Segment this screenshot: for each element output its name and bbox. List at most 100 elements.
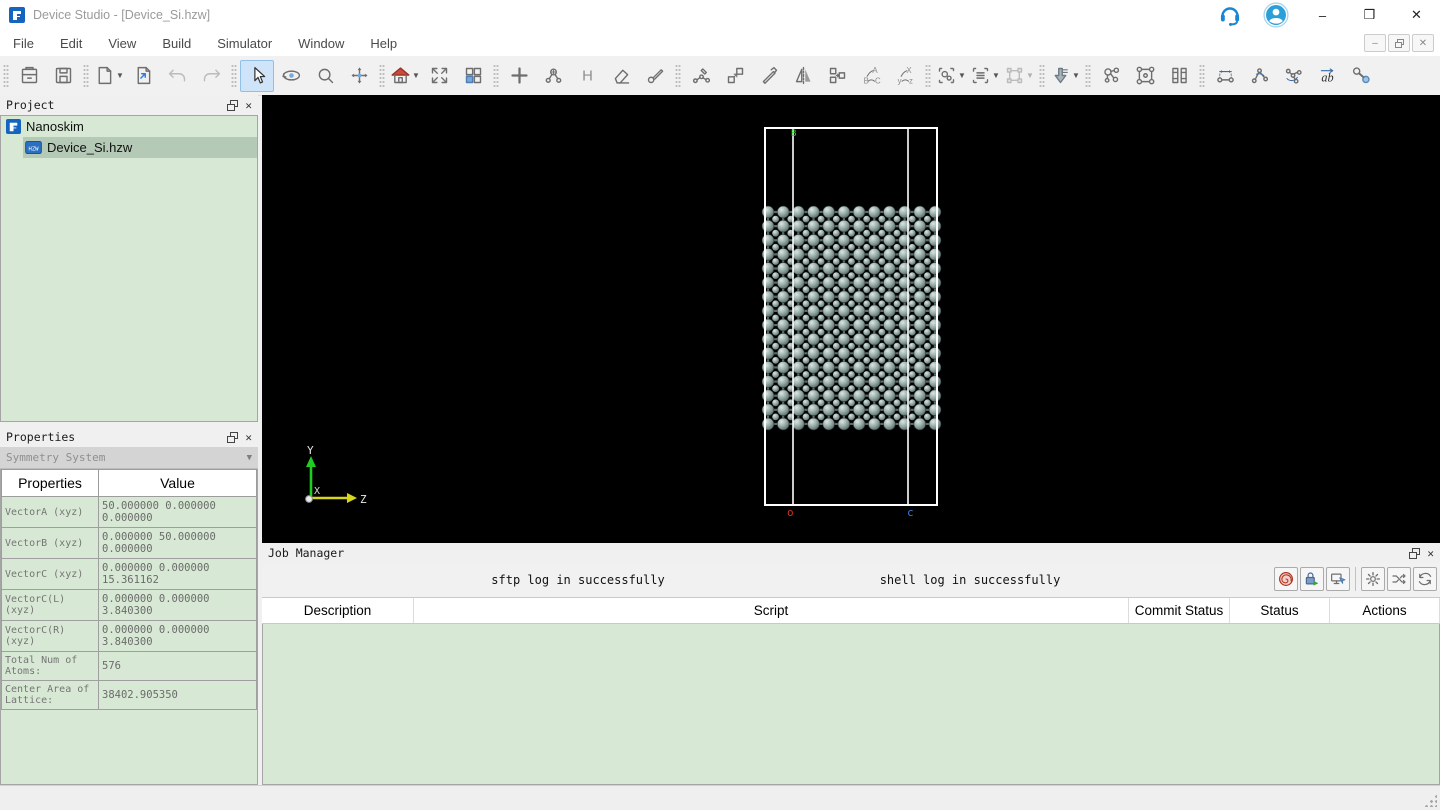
toolbar-grip[interactable] — [379, 63, 385, 88]
3d-viewport[interactable]: Bo c Y Z X — [262, 95, 1440, 543]
toolbar-grip[interactable] — [1039, 63, 1045, 88]
property-row: Total Num of Atoms: 576 — [1, 651, 257, 681]
draw-bond-button[interactable] — [638, 60, 672, 92]
swap-ac-button[interactable]: ABC — [854, 60, 888, 92]
tile-view-button[interactable] — [456, 60, 490, 92]
job-col-commit-status[interactable]: Commit Status — [1129, 598, 1230, 623]
measure-distance-button[interactable] — [1208, 60, 1242, 92]
user-avatar-icon[interactable] — [1253, 2, 1299, 28]
svg-text:A: A — [872, 66, 878, 75]
new-file-button[interactable]: ▼ — [92, 60, 126, 92]
menu-build[interactable]: Build — [149, 36, 204, 51]
modify-button[interactable] — [752, 60, 786, 92]
edit-bond-button[interactable] — [684, 60, 718, 92]
toolbar-grip[interactable] — [83, 63, 89, 88]
resize-grip[interactable] — [1424, 794, 1437, 807]
project-tree: Nanoskim HZW Device_Si.hzw — [0, 115, 258, 422]
minimize-button[interactable]: – — [1299, 0, 1346, 30]
menu-simulator[interactable]: Simulator — [204, 36, 285, 51]
toolbar-grip[interactable] — [493, 63, 499, 88]
mdi-close-button[interactable]: ✕ — [1412, 34, 1434, 52]
maximize-button[interactable]: ❒ — [1346, 0, 1393, 30]
redo-button[interactable] — [194, 60, 228, 92]
dropdown-caret-icon[interactable]: ▼ — [116, 71, 124, 80]
job-col-actions[interactable]: Actions — [1330, 598, 1440, 623]
float-panel-icon[interactable] — [227, 99, 239, 111]
home-button[interactable]: ▼ — [388, 60, 422, 92]
properties-panel-title: Properties — [6, 430, 76, 444]
menu-help[interactable]: Help — [357, 36, 410, 51]
float-panel-icon[interactable] — [227, 431, 239, 443]
menu-edit[interactable]: Edit — [47, 36, 95, 51]
toolbar-grip[interactable] — [1199, 63, 1205, 88]
job-col-script[interactable]: Script — [414, 598, 1129, 623]
refresh-button[interactable] — [1413, 567, 1437, 591]
vector-ab-button[interactable]: ab — [1310, 60, 1344, 92]
sftp-lock-button[interactable] — [1300, 567, 1324, 591]
symmetry-system-dropdown[interactable]: Symmetry System ▼ — [0, 447, 258, 469]
select-region-button[interactable]: ▼ — [968, 60, 1002, 92]
dropdown-caret-icon[interactable]: ▼ — [992, 71, 1000, 80]
close-button[interactable]: ✕ — [1393, 0, 1440, 30]
undo-button[interactable] — [160, 60, 194, 92]
cluster-button[interactable] — [1094, 60, 1128, 92]
supercell-button[interactable] — [1128, 60, 1162, 92]
menu-view[interactable]: View — [95, 36, 149, 51]
select-button[interactable] — [240, 59, 274, 92]
measure-dihedral-button[interactable] — [1276, 60, 1310, 92]
job-col-status[interactable]: Status — [1230, 598, 1330, 623]
toolbar-grip[interactable] — [1085, 63, 1091, 88]
toolbar-grip[interactable] — [925, 63, 931, 88]
close-panel-icon[interactable]: ✕ — [245, 432, 252, 443]
erase-button[interactable] — [604, 60, 638, 92]
property-row: VectorC(R)(xyz) 0.000000 0.000000 3.84030… — [1, 620, 257, 652]
export-button[interactable] — [126, 60, 160, 92]
float-panel-icon[interactable] — [1409, 547, 1421, 559]
swap-xz-button[interactable]: Xyz — [888, 60, 922, 92]
dropdown-caret-icon[interactable]: ▼ — [1026, 71, 1034, 80]
toolbar-grip[interactable] — [3, 63, 9, 88]
lattice-button[interactable] — [1162, 60, 1196, 92]
shell-button[interactable] — [1274, 567, 1298, 591]
job-flow-button[interactable] — [1387, 567, 1411, 591]
svg-text:Z: Z — [360, 493, 367, 506]
cell-box-button[interactable]: ▼ — [1002, 60, 1036, 92]
project-root-item[interactable]: Nanoskim — [1, 116, 257, 137]
toolbar-grip[interactable] — [675, 63, 681, 88]
mdi-restore-button[interactable] — [1388, 34, 1410, 52]
transform-button[interactable] — [820, 60, 854, 92]
toolbar-grip[interactable] — [231, 63, 237, 88]
import-button[interactable]: ▼ — [1048, 60, 1082, 92]
menu-file[interactable]: File — [0, 36, 47, 51]
close-panel-icon[interactable]: ✕ — [245, 100, 252, 111]
job-col-description[interactable]: Description — [262, 598, 414, 623]
close-panel-icon[interactable]: ✕ — [1427, 548, 1434, 559]
add-fragment-button[interactable] — [536, 60, 570, 92]
project-file-item[interactable]: HZW Device_Si.hzw — [23, 137, 257, 158]
open-project-button[interactable] — [12, 60, 46, 92]
remote-upload-button[interactable] — [1326, 567, 1350, 591]
zoom-button[interactable] — [308, 60, 342, 92]
settings-button[interactable] — [1361, 567, 1385, 591]
add-atom-button[interactable] — [502, 60, 536, 92]
add-hydrogen-button[interactable]: H — [570, 60, 604, 92]
job-table-body[interactable] — [262, 624, 1440, 785]
support-headset-icon[interactable] — [1207, 2, 1253, 28]
property-row: VectorC(L)(xyz) 0.000000 0.000000 3.84030… — [1, 589, 257, 621]
select-atoms-button[interactable]: ▼ — [934, 60, 968, 92]
menu-window[interactable]: Window — [285, 36, 357, 51]
bond-tool-button[interactable] — [1344, 60, 1378, 92]
property-row: Center Area of Lattice: 38402.905350 — [1, 680, 257, 710]
mdi-minimize-button[interactable]: – — [1364, 34, 1386, 52]
measure-angle-button[interactable] — [1242, 60, 1276, 92]
mirror-button[interactable] — [786, 60, 820, 92]
rotate-view-button[interactable] — [274, 60, 308, 92]
dropdown-caret-icon[interactable]: ▼ — [958, 71, 966, 80]
save-button[interactable] — [46, 60, 80, 92]
fit-view-button[interactable] — [422, 60, 456, 92]
dropdown-caret-icon[interactable]: ▼ — [412, 71, 420, 80]
resize-button[interactable] — [718, 60, 752, 92]
property-value: 38402.905350 — [98, 680, 257, 710]
pan-button[interactable] — [342, 60, 376, 92]
dropdown-caret-icon[interactable]: ▼ — [1072, 71, 1080, 80]
